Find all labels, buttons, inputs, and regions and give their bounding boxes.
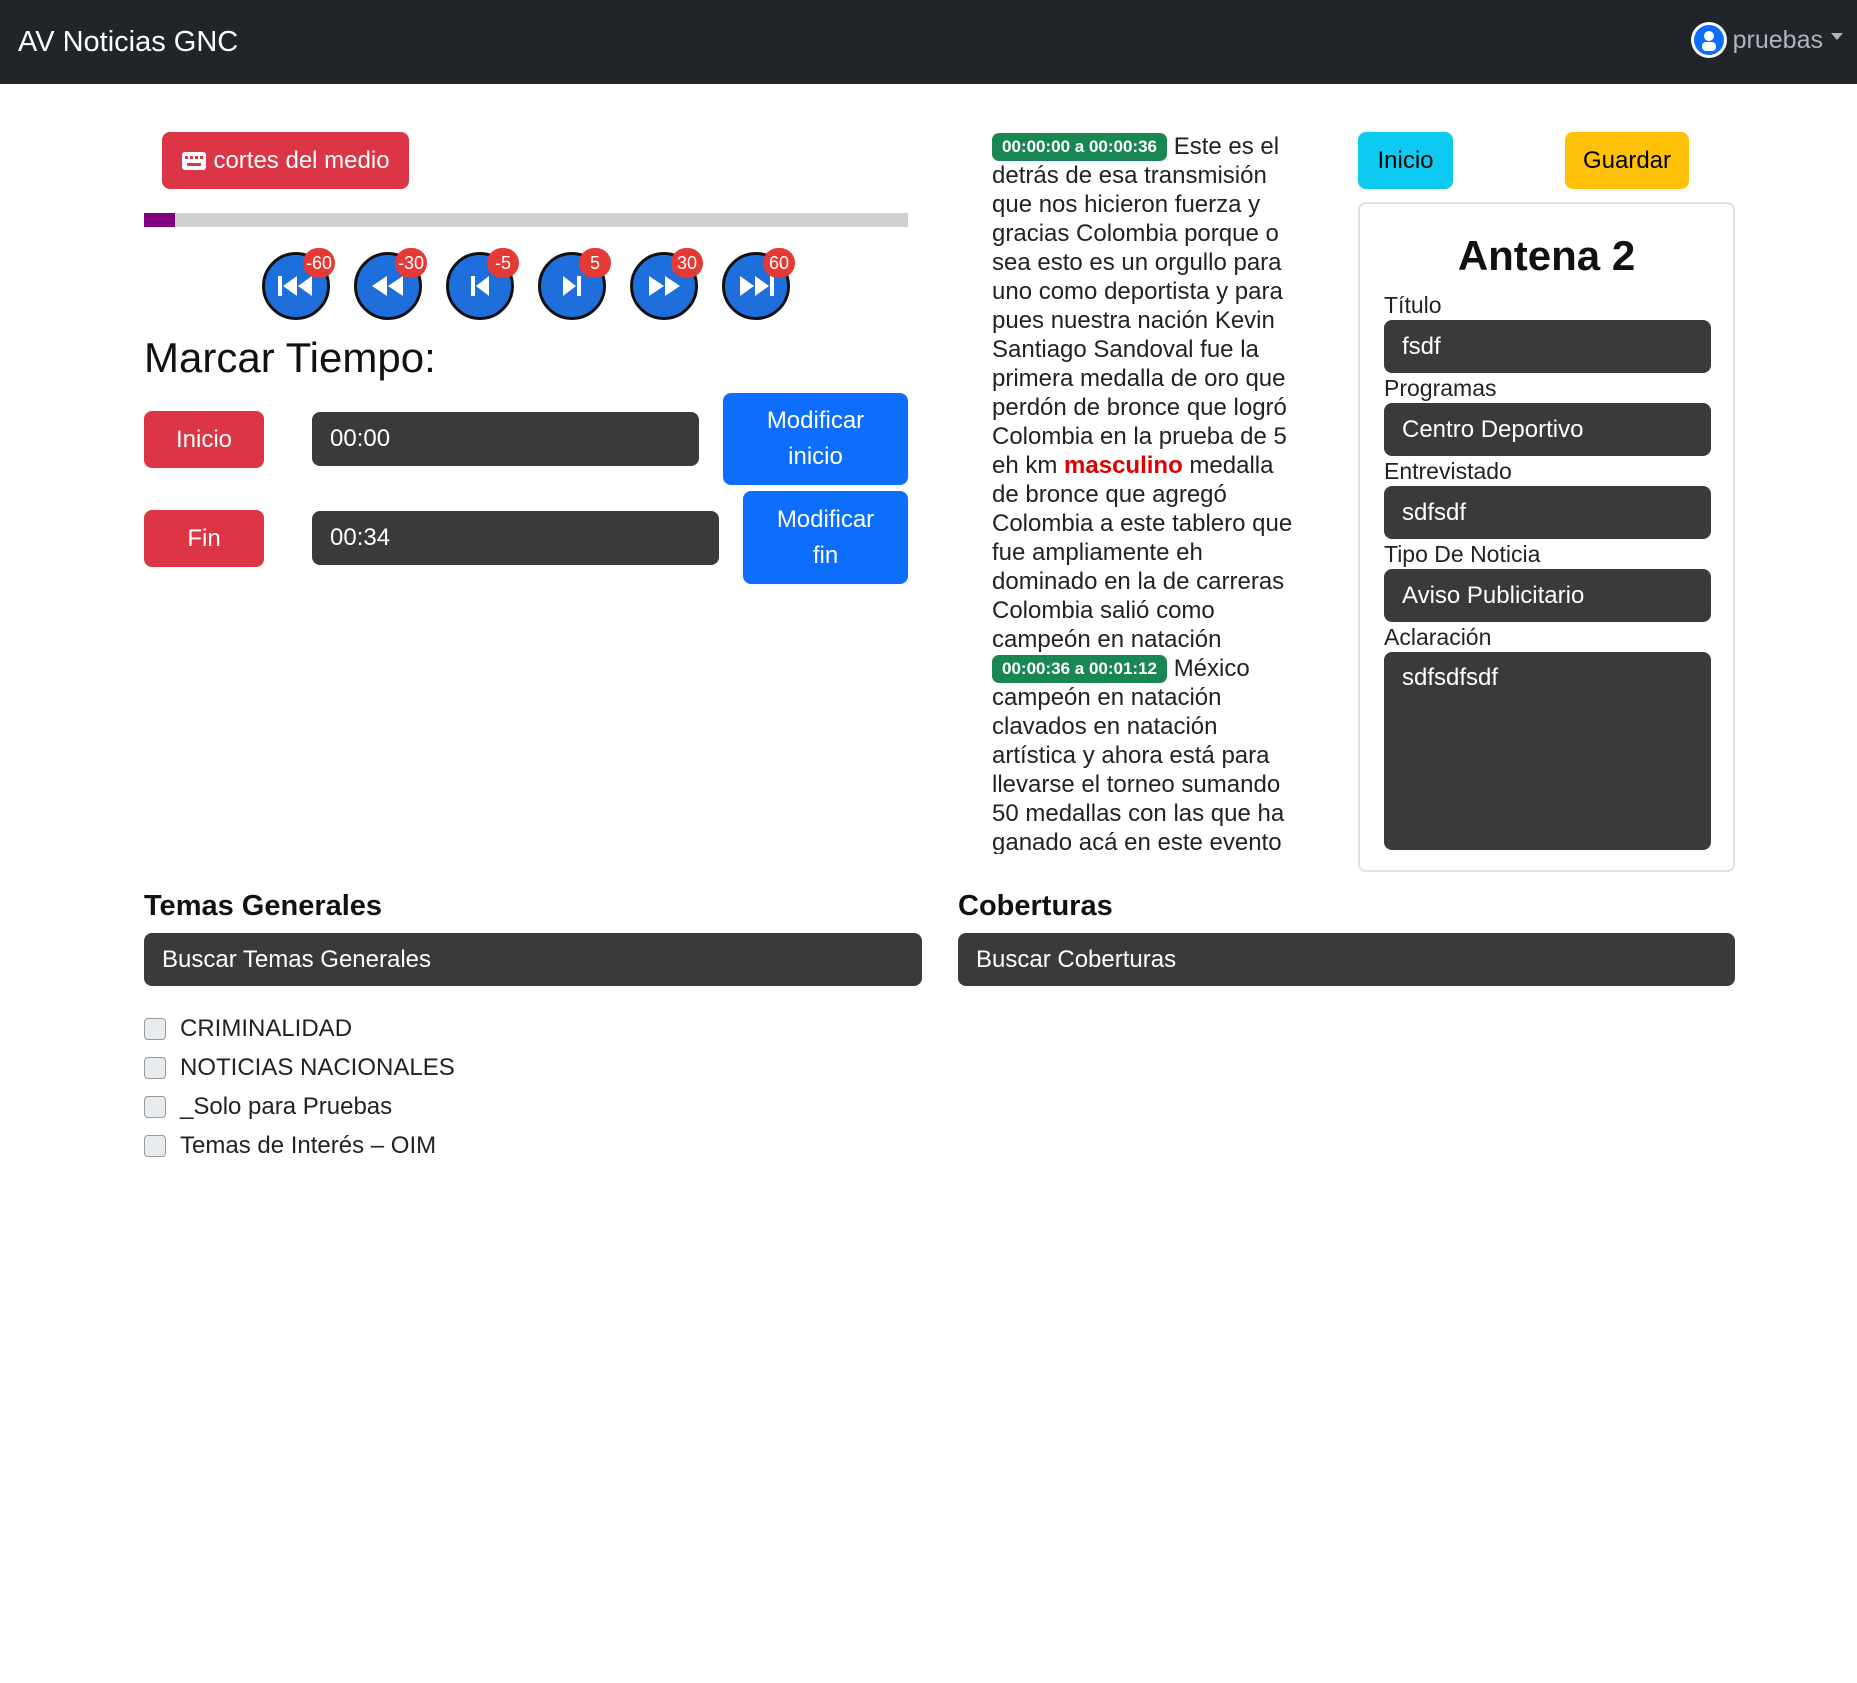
seek-badge: -60 — [302, 248, 335, 278]
tema-label: Temas de Interés – OIM — [180, 1132, 437, 1159]
seek-badge: -5 — [487, 248, 519, 278]
user-name: pruebas — [1732, 25, 1823, 54]
forward-60-button[interactable]: 60 — [722, 248, 795, 320]
modificar-inicio-button[interactable]: Modificar inicio — [723, 393, 908, 485]
rewind-60-button[interactable]: -60 — [262, 248, 335, 320]
coberturas-heading: Coberturas — [958, 890, 1113, 922]
marcar-fin-button[interactable]: Fin — [144, 510, 264, 567]
news-form-card: Antena 2 Título Programas Entrevistado T… — [1358, 202, 1735, 872]
step-forward-icon — [563, 276, 581, 296]
forward-5-button[interactable]: 5 — [538, 248, 611, 320]
tema-checkbox[interactable] — [144, 1057, 166, 1079]
card-title: Antena 2 — [1457, 232, 1636, 279]
tema-checkbox[interactable] — [144, 1018, 166, 1040]
forward-30-button[interactable]: 30 — [630, 248, 703, 320]
seek-badge: 30 — [671, 248, 703, 278]
segment-text: México campeón en natación clavados en n… — [992, 655, 1285, 854]
titulo-label: Título — [1384, 292, 1442, 318]
tema-checkbox[interactable] — [144, 1135, 166, 1157]
seek-badge: -30 — [394, 248, 427, 278]
entrevistado-label: Entrevistado — [1384, 458, 1512, 484]
chevron-down-icon — [1831, 32, 1843, 40]
step-back-icon — [471, 276, 489, 296]
aclaracion-label: Aclaración — [1384, 624, 1492, 650]
rewind-5-button[interactable]: -5 — [446, 248, 519, 320]
tema-checkbox[interactable] — [144, 1096, 166, 1118]
marcar-tiempo-heading: Marcar Tiempo: — [144, 334, 436, 381]
user-icon — [1690, 22, 1727, 58]
programas-select[interactable] — [1384, 403, 1711, 456]
audio-progress-bar[interactable] — [144, 213, 908, 227]
segment-text: Este es el detrás de esa transmisión que… — [992, 133, 1287, 479]
inicio-time-input[interactable] — [312, 412, 699, 466]
fin-time-input[interactable] — [312, 511, 719, 565]
coberturas-search-input[interactable] — [958, 933, 1735, 986]
titulo-input[interactable] — [1384, 320, 1711, 373]
cortes-del-medio-button[interactable]: cortes del medio — [162, 132, 409, 189]
guardar-button[interactable]: Guardar — [1565, 132, 1689, 189]
tema-label: CRIMINALIDAD — [180, 1015, 353, 1042]
tipo-noticia-select[interactable] — [1384, 569, 1711, 622]
segment-timestamp[interactable]: 00:00:00 a 00:00:36 — [992, 133, 1168, 161]
seek-badge: 5 — [579, 248, 611, 278]
entrevistado-input[interactable] — [1384, 486, 1711, 539]
keyboard-icon — [182, 151, 207, 170]
rewind-icon — [372, 276, 403, 296]
skip-forward-icon — [740, 276, 774, 296]
tema-label: NOTICIAS NACIONALES — [180, 1054, 455, 1081]
highlighted-keyword: masculino — [1064, 452, 1183, 479]
cortes-label: cortes del medio — [213, 146, 390, 174]
tema-item: NOTICIAS NACIONALES — [144, 1054, 455, 1082]
tema-item: Temas de Interés – OIM — [144, 1132, 436, 1160]
aclaracion-textarea[interactable]: sdfsdfsdf — [1384, 652, 1711, 850]
transcript-panel: 00:00:00 a 00:00:36 Este es el detrás de… — [992, 132, 1297, 854]
tema-item: _Solo para Pruebas — [144, 1093, 392, 1121]
fast-forward-icon — [649, 276, 680, 296]
brand-title[interactable]: AV Noticias GNC — [18, 26, 238, 59]
tipo-noticia-label: Tipo De Noticia — [1384, 541, 1541, 567]
temas-search-input[interactable] — [144, 933, 922, 986]
navbar: AV Noticias GNC pruebas — [0, 0, 1857, 84]
rewind-30-button[interactable]: -30 — [354, 248, 427, 320]
user-menu[interactable]: pruebas — [1690, 22, 1843, 58]
modificar-fin-button[interactable]: Modificar fin — [743, 491, 908, 584]
segment-text: medalla de bronce que agregó Colombia a … — [992, 452, 1293, 653]
marcar-inicio-button[interactable]: Inicio — [144, 411, 264, 468]
seek-badge: 60 — [763, 248, 795, 278]
tema-label: _Solo para Pruebas — [180, 1093, 393, 1120]
audio-progress-fill — [144, 213, 175, 227]
programas-label: Programas — [1384, 375, 1497, 401]
inicio-button[interactable]: Inicio — [1358, 132, 1453, 189]
segment-timestamp[interactable]: 00:00:36 a 00:01:12 — [992, 655, 1168, 683]
tema-item: CRIMINALIDAD — [144, 1015, 352, 1043]
skip-back-icon — [278, 276, 312, 296]
temas-generales-heading: Temas Generales — [144, 890, 383, 922]
